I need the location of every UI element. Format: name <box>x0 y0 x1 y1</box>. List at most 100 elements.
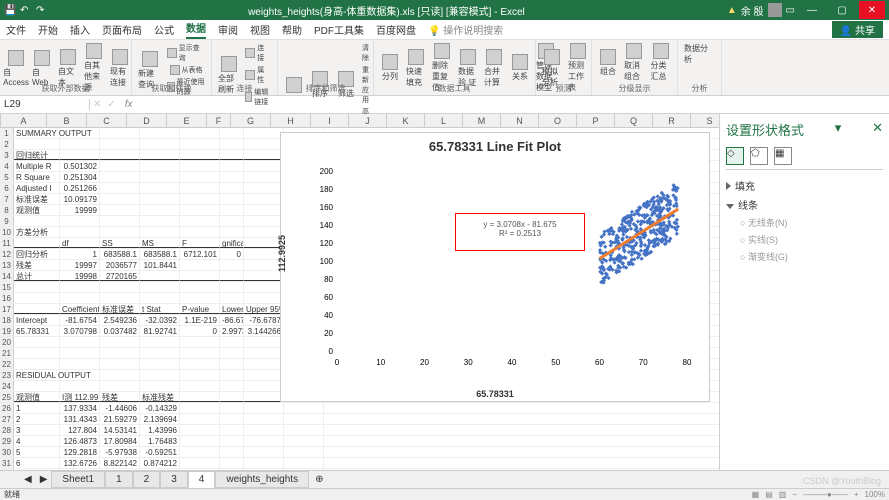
cell[interactable] <box>140 172 180 182</box>
worksheet[interactable]: ABCDEFGHIJKLMNOPQRST 1SUMMARY OUTPUT23回归… <box>0 114 719 488</box>
cell[interactable] <box>220 227 244 237</box>
cell[interactable] <box>180 403 220 413</box>
save-icon[interactable]: 💾 <box>4 5 14 15</box>
cell[interactable] <box>180 458 220 468</box>
cell[interactable] <box>180 128 220 138</box>
panel-dropdown-icon[interactable]: ▾ <box>835 120 842 139</box>
cell[interactable] <box>180 183 220 193</box>
effects-icon[interactable]: ⬠ <box>750 147 768 165</box>
cell[interactable] <box>220 392 244 402</box>
cell[interactable]: 21.59279 <box>100 414 140 424</box>
cell[interactable] <box>284 436 324 446</box>
cell[interactable] <box>220 216 244 226</box>
chart-object[interactable]: 65.78331 Line Fit Plot 112.9925 01020304… <box>280 132 710 402</box>
cell[interactable] <box>180 359 220 369</box>
row-header[interactable]: 15 <box>0 282 14 292</box>
cell[interactable] <box>60 293 100 303</box>
tell-me[interactable]: 💡 操作说明搜索 <box>428 22 503 37</box>
cell[interactable]: 2.139694 <box>140 414 180 424</box>
share-button[interactable]: 👤 共享 <box>832 21 883 38</box>
tab-data[interactable]: 数据 <box>186 20 206 39</box>
sheet-tab[interactable]: 2 <box>133 471 161 488</box>
cell[interactable] <box>180 271 220 281</box>
tab-file[interactable]: 文件 <box>6 22 26 37</box>
warning-icon[interactable]: ▲ <box>727 5 737 16</box>
maximize-button[interactable]: ▢ <box>829 1 855 19</box>
cell[interactable]: 标准残差 <box>140 392 180 402</box>
cancel-icon[interactable]: ✕ <box>90 99 104 110</box>
cell[interactable] <box>244 293 284 303</box>
cell[interactable] <box>140 271 180 281</box>
minimize-button[interactable]: — <box>799 1 825 19</box>
col-header[interactable]: S <box>691 114 719 127</box>
cell[interactable]: 101.8441 <box>140 260 180 270</box>
cell[interactable] <box>180 216 220 226</box>
col-header[interactable]: N <box>501 114 539 127</box>
cell[interactable] <box>60 337 100 347</box>
cell[interactable] <box>244 337 284 347</box>
cell[interactable] <box>220 381 244 391</box>
cell[interactable] <box>100 194 140 204</box>
cell[interactable] <box>220 425 244 435</box>
cell[interactable]: SUMMARY OUTPUT <box>14 128 60 138</box>
row-header[interactable]: 4 <box>0 161 14 171</box>
fill-line-icon[interactable]: ◇ <box>726 147 744 165</box>
fx-icon[interactable]: fx <box>119 99 139 110</box>
view-break-icon[interactable]: ▥ <box>779 490 787 499</box>
row-header[interactable]: 10 <box>0 227 14 237</box>
cell[interactable]: 10.09179 <box>60 194 100 204</box>
cell[interactable] <box>140 293 180 303</box>
cell[interactable] <box>220 150 244 160</box>
cell[interactable] <box>140 150 180 160</box>
col-header[interactable]: C <box>87 114 127 127</box>
cell[interactable]: 8.822142 <box>100 458 140 468</box>
cell[interactable] <box>100 161 140 171</box>
cell[interactable]: -86.6722 <box>220 315 244 325</box>
cell[interactable] <box>220 348 244 358</box>
cell[interactable] <box>180 425 220 435</box>
cell[interactable]: 137.9334 <box>60 403 100 413</box>
cell[interactable]: 残差 <box>14 260 60 270</box>
cell[interactable] <box>284 403 324 413</box>
cell[interactable] <box>244 128 284 138</box>
cell[interactable]: SS <box>100 238 140 248</box>
row-header[interactable]: 14 <box>0 271 14 281</box>
cell[interactable] <box>244 359 284 369</box>
undo-icon[interactable]: ↶ <box>20 5 30 15</box>
cell[interactable]: 0.251266 <box>60 183 100 193</box>
cell[interactable]: 1.76483 <box>140 436 180 446</box>
cell[interactable] <box>60 370 100 380</box>
cell[interactable]: -5.97938 <box>100 447 140 457</box>
cell[interactable] <box>180 139 220 149</box>
cell[interactable] <box>100 370 140 380</box>
row-header[interactable]: 26 <box>0 403 14 413</box>
cell[interactable]: 2036577 <box>100 260 140 270</box>
cell[interactable]: RESIDUAL OUTPUT <box>14 370 60 380</box>
cell[interactable] <box>180 436 220 446</box>
btn-showquery[interactable]: 显示查询 <box>165 42 207 64</box>
cell[interactable]: MS <box>140 238 180 248</box>
cell[interactable] <box>140 370 180 380</box>
equation-box[interactable]: y = 3.0708x - 81.675 R² = 0.2513 <box>455 213 585 251</box>
row-header[interactable]: 17 <box>0 304 14 314</box>
row-header[interactable]: 1 <box>0 128 14 138</box>
btn-clear[interactable]: 清除 <box>360 42 371 64</box>
cell[interactable] <box>244 216 284 226</box>
cell[interactable] <box>140 359 180 369</box>
cell[interactable] <box>244 447 284 457</box>
cell[interactable] <box>100 172 140 182</box>
cell[interactable] <box>244 150 284 160</box>
col-header[interactable]: O <box>539 114 577 127</box>
cell[interactable]: 6 <box>14 458 60 468</box>
cell[interactable]: Multiple R <box>14 161 60 171</box>
cell[interactable]: -32.0392 <box>140 315 180 325</box>
cell[interactable] <box>220 260 244 270</box>
cell[interactable] <box>60 150 100 160</box>
new-sheet-icon[interactable]: ⊕ <box>309 474 329 485</box>
row-header[interactable]: 21 <box>0 348 14 358</box>
cell[interactable] <box>220 205 244 215</box>
enter-icon[interactable]: ✓ <box>104 99 118 110</box>
btn-refresh[interactable]: 全部刷新 <box>216 42 241 108</box>
cell[interactable] <box>220 370 244 380</box>
cell[interactable] <box>180 337 220 347</box>
